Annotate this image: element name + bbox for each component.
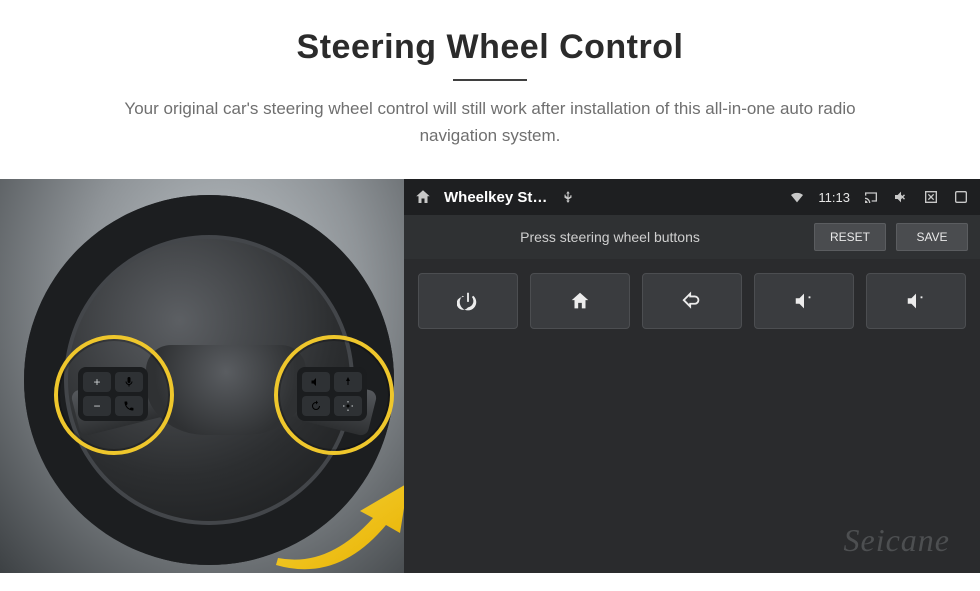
home-icon[interactable]: [414, 188, 432, 206]
back-icon: [680, 290, 704, 312]
recents-icon[interactable]: [952, 188, 970, 206]
steering-wheel: + −: [24, 195, 394, 565]
usb-icon: [559, 188, 577, 206]
highlight-circle-left: [54, 335, 174, 455]
volume-up-icon: [792, 290, 816, 312]
assignment-tiles: [404, 259, 980, 329]
volume-up-icon: [904, 290, 928, 312]
title-divider: [453, 79, 527, 81]
tile-volume-up-1[interactable]: [754, 273, 854, 329]
close-icon[interactable]: [922, 188, 940, 206]
page-subtitle: Your original car's steering wheel contr…: [100, 95, 880, 149]
highlight-circle-right: [274, 335, 394, 455]
prompt-text: Press steering wheel buttons: [416, 229, 804, 245]
toolbar: Press steering wheel buttons RESET SAVE: [404, 215, 980, 259]
headunit-screenshot: Wheelkey St… 11:13 Press st: [404, 179, 980, 573]
tile-power[interactable]: [418, 273, 518, 329]
app-title: Wheelkey St…: [444, 189, 547, 206]
tile-volume-up-2[interactable]: [866, 273, 966, 329]
reset-button[interactable]: RESET: [814, 223, 886, 251]
cast-icon[interactable]: [862, 188, 880, 206]
power-icon: [457, 290, 479, 312]
steering-wheel-photo: + −: [0, 179, 404, 573]
mute-icon[interactable]: [892, 188, 910, 206]
wifi-icon: [788, 188, 806, 206]
tile-back[interactable]: [642, 273, 742, 329]
tile-home[interactable]: [530, 273, 630, 329]
illustration-stage: + −: [0, 179, 980, 573]
home-icon: [569, 290, 591, 312]
save-button[interactable]: SAVE: [896, 223, 968, 251]
brand-watermark: Seicane: [844, 522, 951, 559]
status-bar: Wheelkey St… 11:13: [404, 179, 980, 215]
clock: 11:13: [818, 190, 850, 205]
page-title: Steering Wheel Control: [40, 28, 940, 67]
